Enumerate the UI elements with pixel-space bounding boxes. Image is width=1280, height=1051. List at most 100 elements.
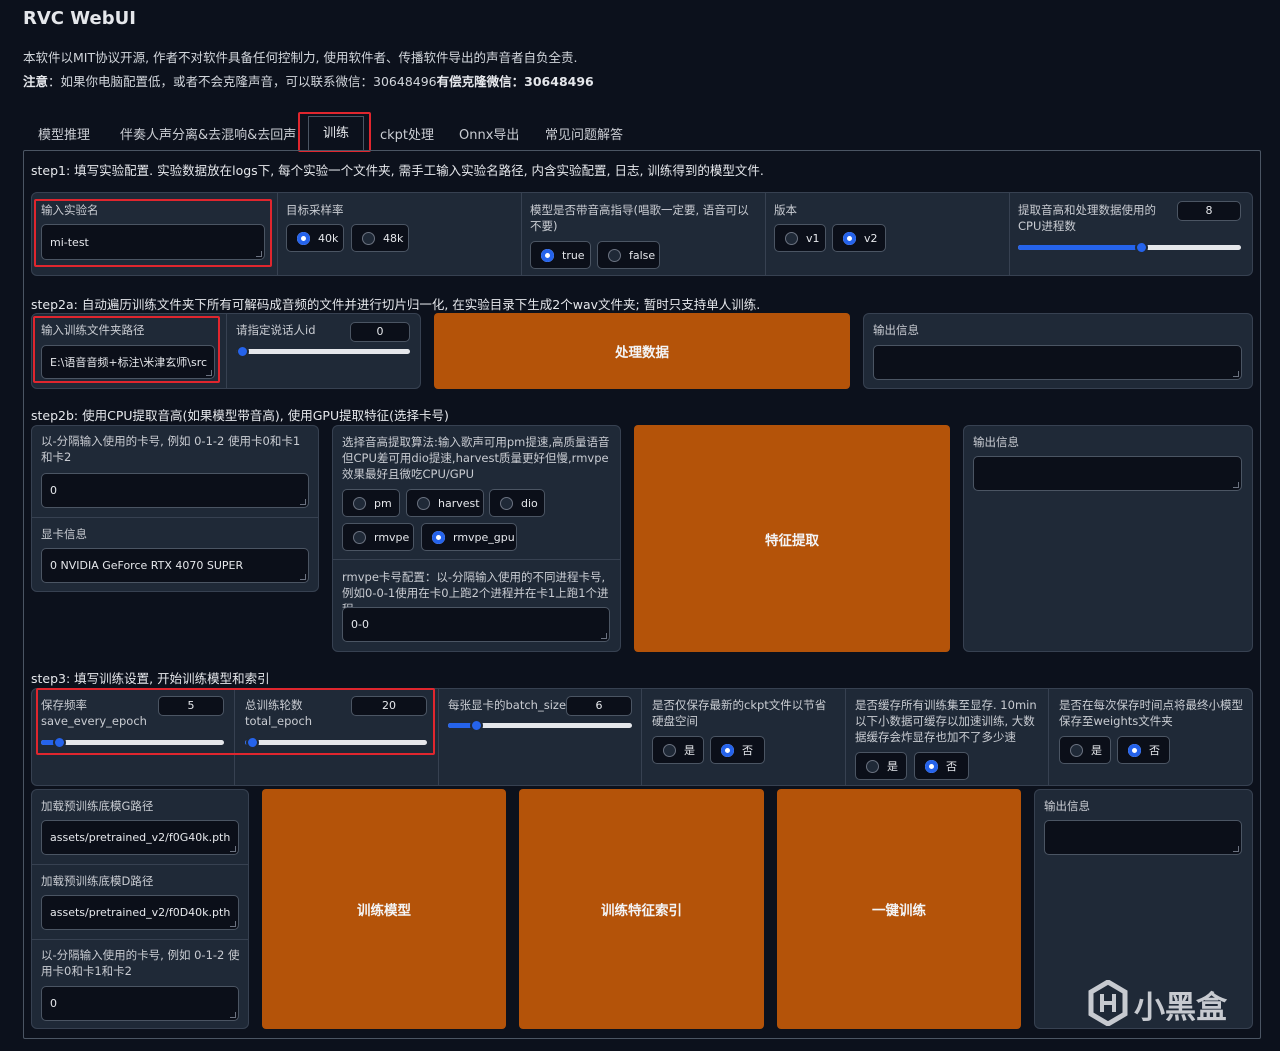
train-model-button[interactable]: 训练模型 <box>262 789 506 1029</box>
version-option-v2[interactable]: v2 <box>832 224 886 252</box>
radio-checked-icon <box>541 248 554 262</box>
f0-option-false-label: false <box>629 248 656 262</box>
sr-option-40k[interactable]: 40k <box>286 224 344 252</box>
step3-sep-4 <box>845 689 846 785</box>
notice-bold: 有偿克隆微信 <box>436 74 512 89</box>
step2b-gpus-label: 以-分隔输入使用的卡号, 例如 0-1-2 使用卡0和卡1和卡2 <box>41 434 301 464</box>
pretrained-sep-2 <box>32 939 248 940</box>
tab-uvr[interactable]: 伴奏人声分离&去混响&去回声 <box>120 124 296 143</box>
train-folder-input[interactable]: E:\语音音频+标注\米津玄师\src <box>41 345 215 379</box>
f0-option-false[interactable]: false <box>597 241 660 269</box>
tab-onnx[interactable]: Onnx导出 <box>459 124 519 143</box>
version-option-v1[interactable]: v1 <box>774 224 826 252</box>
save-epoch-number[interactable]: 5 <box>158 696 224 716</box>
step2b-output-label: 输出信息 <box>973 435 1019 449</box>
f0-method-label: 选择音高提取算法:输入歌声可用pm提速,高质量语音但CPU差可用dio提速,ha… <box>342 435 610 481</box>
gpu-info-label: 显卡信息 <box>41 527 87 541</box>
f0method-option-dio[interactable]: dio <box>489 489 545 517</box>
slider-thumb[interactable] <box>236 345 249 358</box>
speaker-id-slider[interactable] <box>236 345 410 358</box>
batch-size-number[interactable]: 6 <box>566 696 632 716</box>
cpu-process-number[interactable]: 8 <box>1177 201 1241 221</box>
cpu-process-slider[interactable] <box>1018 241 1241 254</box>
save-weights-option-no[interactable]: 否 <box>1117 736 1170 764</box>
save-latest-option-no[interactable]: 否 <box>710 736 765 764</box>
slider-thumb[interactable] <box>1134 241 1148 254</box>
sample-rate-label: 目标采样率 <box>286 203 344 217</box>
step2b-gpus-input[interactable]: 0 <box>41 473 309 508</box>
sr-option-48k[interactable]: 48k <box>351 224 409 252</box>
cache-gpu-yes-label: 是 <box>887 760 898 773</box>
radio-unchecked-icon <box>500 496 513 510</box>
total-epoch-label: 总训练轮数 <box>245 698 303 712</box>
process-data-button[interactable]: 处理数据 <box>434 313 850 389</box>
notice-text: 注意：如果你电脑配置低，或者不会克隆声音，可以联系微信：30648496有偿克隆… <box>23 71 594 90</box>
total-epoch-number[interactable]: 20 <box>351 696 427 716</box>
f0-option-true[interactable]: true <box>530 241 591 269</box>
step2a-output-label: 输出信息 <box>873 323 919 337</box>
radio-unchecked-icon <box>362 231 375 245</box>
save-epoch-label: 保存频率 <box>41 698 87 712</box>
save-epoch-sublabel: save_every_epoch <box>41 714 147 728</box>
f0method-option-pm[interactable]: pm <box>342 489 400 517</box>
f0-guidance-label: 模型是否带音高指导(唱歌一定要, 语音可以不要) <box>530 203 749 233</box>
version-label: 版本 <box>774 203 797 217</box>
tab-faq[interactable]: 常见问题解答 <box>545 124 623 143</box>
step2b-heading: step2b: 使用CPU提取音高(如果模型带音高), 使用GPU提取特征(选择… <box>31 408 449 423</box>
heybox-watermark: 小黑盒 <box>1088 978 1248 1028</box>
step1-sep-2 <box>521 193 522 275</box>
sr-option-48k-label: 48k <box>383 231 404 245</box>
step1-sep-4 <box>1009 193 1010 275</box>
step3-gpus-input[interactable]: 0 <box>41 986 239 1021</box>
save-weights-option-yes[interactable]: 是 <box>1059 736 1111 764</box>
cache-gpu-option-no[interactable]: 否 <box>914 752 969 780</box>
tab-train[interactable]: 训练 <box>308 116 364 152</box>
radio-unchecked-icon <box>866 759 879 773</box>
notice-prefix: 注意 <box>23 74 49 89</box>
step3-sep-3 <box>641 689 642 785</box>
save-latest-yes-label: 是 <box>684 744 695 757</box>
f0method-option-rmvpe[interactable]: rmvpe <box>342 523 414 551</box>
step2b-output-textbox[interactable] <box>973 456 1242 491</box>
step3-heading: step3: 填写训练设置, 开始训练模型和索引 <box>31 671 270 686</box>
f0method-option-rmvpe-gpu[interactable]: rmvpe_gpu <box>421 523 517 551</box>
step3-sep-5 <box>1048 689 1049 785</box>
save-epoch-slider[interactable] <box>41 736 224 749</box>
step3-sep-1 <box>234 689 235 785</box>
f0method-rmvpe-gpu-label: rmvpe_gpu <box>453 530 515 544</box>
rmvpe-gpus-input[interactable]: 0-0 <box>342 607 610 642</box>
radio-unchecked-icon <box>353 496 366 510</box>
step1-sep-1 <box>277 193 278 275</box>
step2a-heading: step2a: 自动遍历训练文件夹下所有可解码成音频的文件并进行切片归一化, 在… <box>31 297 761 312</box>
save-weights-no-label: 否 <box>1149 744 1160 757</box>
extract-feature-button[interactable]: 特征提取 <box>634 425 950 652</box>
radio-checked-icon <box>925 759 938 773</box>
slider-thumb[interactable] <box>469 719 483 732</box>
save-weights-label: 是否在每次保存时间点将最终小模型保存至weights文件夹 <box>1059 698 1243 728</box>
one-click-train-button[interactable]: 一键训练 <box>777 789 1021 1029</box>
f0method-option-harvest[interactable]: harvest <box>406 489 484 517</box>
speaker-id-number[interactable]: 0 <box>350 322 410 342</box>
sr-option-40k-label: 40k <box>318 231 339 245</box>
batch-size-label: 每张显卡的batch_size <box>448 698 567 712</box>
save-latest-option-yes[interactable]: 是 <box>652 736 704 764</box>
pretrained-d-input[interactable]: assets/pretrained_v2/f0D40k.pth <box>41 895 239 930</box>
cache-gpu-option-yes[interactable]: 是 <box>855 752 907 780</box>
tab-ckpt[interactable]: ckpt处理 <box>380 124 434 143</box>
total-epoch-slider[interactable] <box>245 736 427 749</box>
exp-name-input[interactable]: mi-test <box>41 224 265 260</box>
step1-sep-3 <box>765 193 766 275</box>
pretrained-g-input[interactable]: assets/pretrained_v2/f0G40k.pth <box>41 820 239 855</box>
cache-gpu-label: 是否缓存所有训练集至显存. 10min以下小数据可缓存以加速训练, 大数据缓存会… <box>855 698 1037 744</box>
step3-output-textbox[interactable] <box>1044 820 1242 855</box>
train-index-button[interactable]: 训练特征索引 <box>519 789 764 1029</box>
radio-checked-icon <box>297 231 310 245</box>
radio-checked-icon <box>843 231 856 245</box>
f0method-harvest-label: harvest <box>438 496 480 510</box>
disclaimer-text: 本软件以MIT协议开源, 作者不对软件具备任何控制力, 使用软件者、传播软件导出… <box>23 50 578 65</box>
heybox-logo-icon <box>1088 980 1128 1026</box>
step2a-output-textbox[interactable] <box>873 345 1242 380</box>
step2b-gpu-sep <box>32 517 318 518</box>
tab-inference[interactable]: 模型推理 <box>38 124 90 143</box>
batch-size-slider[interactable] <box>448 719 632 732</box>
